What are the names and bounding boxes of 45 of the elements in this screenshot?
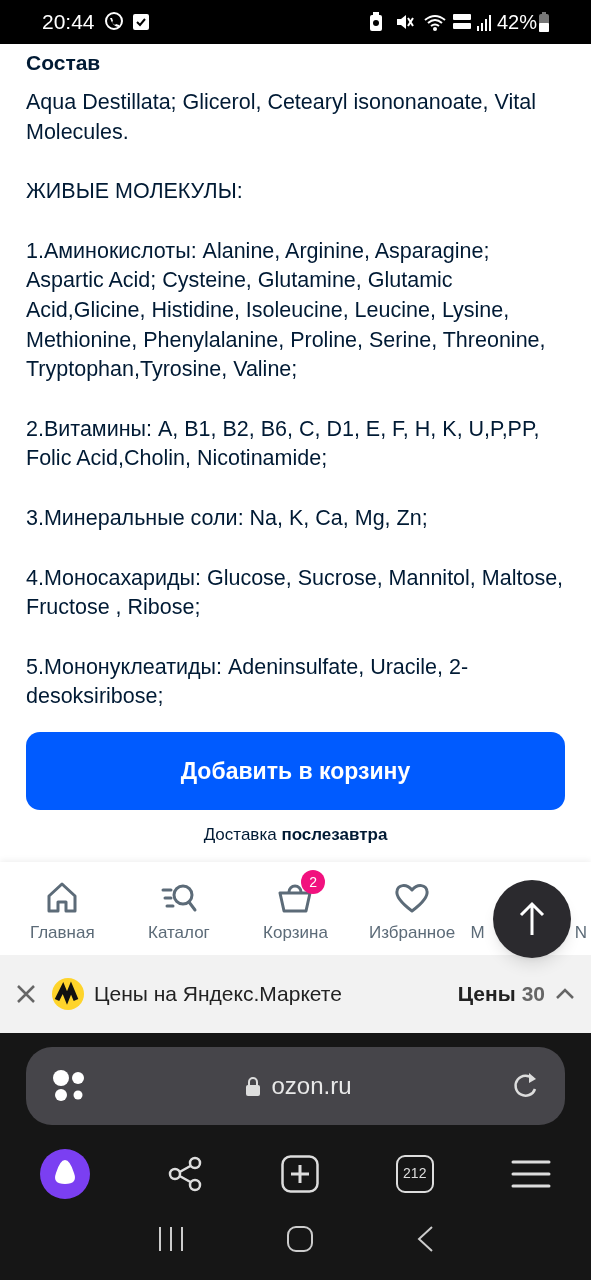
battery-percent: 42%: [496, 10, 537, 35]
arrow-up-icon: [519, 901, 545, 937]
nav-label[interactable]: М: [470, 920, 485, 946]
battery-icon: [539, 12, 549, 32]
url-text: ozon.ru: [271, 1070, 352, 1101]
nav-item[interactable]: Главная: [4, 870, 121, 946]
wifi-icon: [422, 12, 447, 32]
section-title: Состав: [26, 50, 102, 76]
new-tab-icon[interactable]: [280, 1154, 319, 1193]
ingredients-text: 2.Витамины: A, B1, B2, B6, C, D1, E, F, H, K, U,P,PP, Folic Acid,Cholin, Nicotinamide;: [26, 415, 541, 473]
add-to-cart-button[interactable]: Добавить в корзину: [26, 732, 565, 810]
nav-item[interactable]: Избранное: [353, 870, 471, 946]
recent-apps-icon[interactable]: [157, 1226, 184, 1253]
apps-icon[interactable]: [52, 1068, 86, 1103]
ingredients-text: ЖИВЫЕ МОЛЕКУЛЫ:: [26, 178, 244, 206]
assistant-icon[interactable]: [40, 1148, 90, 1199]
nav-label[interactable]: N: [574, 920, 587, 946]
menu-icon[interactable]: [511, 1158, 551, 1189]
prices-count: 30: [521, 980, 545, 1007]
ingredients-text: 4.Моносахариды: Glucose, Sucrose, Mannitol, Maltose, Fructose , Ribose;: [26, 564, 565, 622]
battery-saver-icon: [368, 12, 383, 32]
market-logo-icon: [52, 977, 84, 1010]
prices-label[interactable]: Цены: [457, 977, 516, 1010]
ingredients-text: Aqua Destillata; Glicerol, Cetearyl isononanoate, Vital Molecules.: [26, 89, 537, 146]
mute-icon: [394, 12, 415, 32]
delivery-text: Доставка послезавтра: [203, 824, 388, 846]
tabs-count-button[interactable]: 212: [395, 1154, 434, 1193]
nav-item[interactable]: Каталог: [120, 870, 238, 946]
close-icon[interactable]: [16, 983, 36, 1004]
home-button-icon[interactable]: [286, 1226, 313, 1253]
chevron-up-icon[interactable]: [555, 987, 575, 1000]
signal-icon: [476, 13, 493, 31]
back-icon[interactable]: [415, 1225, 434, 1254]
lock-icon: [245, 1075, 262, 1096]
share-icon[interactable]: [167, 1155, 204, 1192]
ingredients-text: 1.Аминокислоты: Alanine, Arginine, Asparagine; Aspartic Acid; Cysteine, Glutamine, Glutamic Acid,Glicine, Histidine, Isoleucine, Leucine, Lysine, Methionine, Phenylalanine, Proline, Serine, Threonine, Tryptophan,Tyrosine, Valine;: [26, 237, 547, 384]
clock: 20:44: [42, 9, 95, 36]
checkbox-icon: [132, 14, 149, 30]
cart-badge: 2: [301, 870, 326, 895]
address-bar[interactable]: ozon.ru: [26, 1046, 565, 1125]
market-prices-text[interactable]: Цены на Яндекс.Маркете: [94, 977, 342, 1010]
nav-item[interactable]: 2 Корзина: [237, 870, 354, 946]
ingredients-text: 3.Минеральные соли: Na, K, Ca, Mg, Zn;: [26, 504, 429, 532]
ingredients-text: 5.Мононуклеатиды: Adeninsulfate, Uracile, 2-desoksiribose;: [26, 653, 470, 711]
phone-bubble-icon: [102, 11, 125, 33]
